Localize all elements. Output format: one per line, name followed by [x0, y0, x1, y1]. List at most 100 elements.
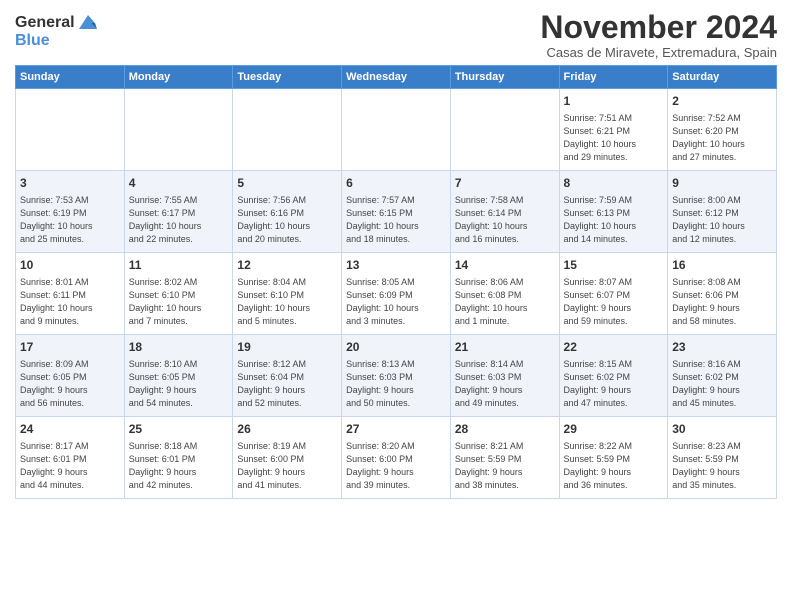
header-tuesday: Tuesday [233, 66, 342, 89]
day-number: 8 [564, 175, 664, 192]
day-number: 5 [237, 175, 337, 192]
day-number: 27 [346, 421, 446, 438]
table-cell: 11 Sunrise: 8:02 AM Sunset: 6:10 PM Dayli… [124, 253, 233, 335]
table-cell: 15 Sunrise: 8:07 AM Sunset: 6:07 PM Dayli… [559, 253, 668, 335]
page-container: General Blue November 2024 Casas de Mira… [0, 0, 792, 504]
week-row-5: 24 Sunrise: 8:17 AM Sunset: 6:01 PM Dayli… [16, 417, 777, 499]
table-cell: 9 Sunrise: 8:00 AM Sunset: 6:12 PM Daylig… [668, 171, 777, 253]
day-number: 7 [455, 175, 555, 192]
day-number: 6 [346, 175, 446, 192]
table-cell: 25 Sunrise: 8:18 AM Sunset: 6:01 PM Dayli… [124, 417, 233, 499]
logo-blue: Blue [15, 32, 99, 50]
day-number: 25 [129, 421, 229, 438]
header-monday: Monday [124, 66, 233, 89]
table-cell: 13 Sunrise: 8:05 AM Sunset: 6:09 PM Dayli… [342, 253, 451, 335]
logo-icon [77, 13, 99, 31]
day-number: 20 [346, 339, 446, 356]
week-row-3: 10Sunrise: 8:01 AM Sunset: 6:11 PM Dayli… [16, 253, 777, 335]
day-number: 18 [129, 339, 229, 356]
day-number: 9 [672, 175, 772, 192]
month-title: November 2024 [540, 10, 777, 45]
table-cell: 18 Sunrise: 8:10 AM Sunset: 6:05 PM Dayli… [124, 335, 233, 417]
table-cell: 19 Sunrise: 8:12 AM Sunset: 6:04 PM Dayli… [233, 335, 342, 417]
day-number: 28 [455, 421, 555, 438]
calendar-table: Sunday Monday Tuesday Wednesday Thursday… [15, 65, 777, 499]
day-info: Sunrise: 7:55 AM Sunset: 6:17 PM Dayligh… [129, 194, 229, 246]
day-info: Sunrise: 8:10 AM Sunset: 6:05 PM Dayligh… [129, 358, 229, 410]
table-cell: 28Sunrise: 8:21 AM Sunset: 5:59 PM Dayli… [450, 417, 559, 499]
table-cell: 8 Sunrise: 7:59 AM Sunset: 6:13 PM Daylig… [559, 171, 668, 253]
logo: General Blue [15, 14, 99, 49]
day-info: Sunrise: 8:07 AM Sunset: 6:07 PM Dayligh… [564, 276, 664, 328]
day-number: 17 [20, 339, 120, 356]
table-cell: 5 Sunrise: 7:56 AM Sunset: 6:16 PM Daylig… [233, 171, 342, 253]
day-info: Sunrise: 8:15 AM Sunset: 6:02 PM Dayligh… [564, 358, 664, 410]
day-info: Sunrise: 8:02 AM Sunset: 6:10 PM Dayligh… [129, 276, 229, 328]
day-number: 19 [237, 339, 337, 356]
table-cell: 1 Sunrise: 7:51 AM Sunset: 6:21 PM Daylig… [559, 89, 668, 171]
table-cell: 27Sunrise: 8:20 AM Sunset: 6:00 PM Dayli… [342, 417, 451, 499]
table-cell: 14 Sunrise: 8:06 AM Sunset: 6:08 PM Dayli… [450, 253, 559, 335]
week-row-1: 1 Sunrise: 7:51 AM Sunset: 6:21 PM Daylig… [16, 89, 777, 171]
title-section: November 2024 Casas de Miravete, Extrema… [540, 10, 777, 60]
header-sunday: Sunday [16, 66, 125, 89]
day-info: Sunrise: 8:19 AM Sunset: 6:00 PM Dayligh… [237, 440, 337, 492]
table-cell: 30 Sunrise: 8:23 AM Sunset: 5:59 PM Dayli… [668, 417, 777, 499]
table-cell: 3 Sunrise: 7:53 AM Sunset: 6:19 PM Daylig… [16, 171, 125, 253]
weekday-header-row: Sunday Monday Tuesday Wednesday Thursday… [16, 66, 777, 89]
day-info: Sunrise: 7:56 AM Sunset: 6:16 PM Dayligh… [237, 194, 337, 246]
day-info: Sunrise: 7:53 AM Sunset: 6:19 PM Dayligh… [20, 194, 120, 246]
table-cell: 20 Sunrise: 8:13 AM Sunset: 6:03 PM Dayli… [342, 335, 451, 417]
table-cell: 17 Sunrise: 8:09 AM Sunset: 6:05 PM Dayli… [16, 335, 125, 417]
table-cell: 6 Sunrise: 7:57 AM Sunset: 6:15 PM Daylig… [342, 171, 451, 253]
day-info: Sunrise: 8:12 AM Sunset: 6:04 PM Dayligh… [237, 358, 337, 410]
day-info: Sunrise: 7:57 AM Sunset: 6:15 PM Dayligh… [346, 194, 446, 246]
day-info: Sunrise: 7:59 AM Sunset: 6:13 PM Dayligh… [564, 194, 664, 246]
day-info: Sunrise: 7:52 AM Sunset: 6:20 PM Dayligh… [672, 112, 772, 164]
day-info: Sunrise: 8:17 AM Sunset: 6:01 PM Dayligh… [20, 440, 120, 492]
header-saturday: Saturday [668, 66, 777, 89]
day-info: Sunrise: 8:06 AM Sunset: 6:08 PM Dayligh… [455, 276, 555, 328]
day-number: 12 [237, 257, 337, 274]
day-info: Sunrise: 8:23 AM Sunset: 5:59 PM Dayligh… [672, 440, 772, 492]
day-number: 22 [564, 339, 664, 356]
header: General Blue November 2024 Casas de Mira… [15, 10, 777, 60]
table-cell: 12 Sunrise: 8:04 AM Sunset: 6:10 PM Dayli… [233, 253, 342, 335]
day-number: 3 [20, 175, 120, 192]
day-number: 4 [129, 175, 229, 192]
table-cell: 2 Sunrise: 7:52 AM Sunset: 6:20 PM Daylig… [668, 89, 777, 171]
table-cell: 10Sunrise: 8:01 AM Sunset: 6:11 PM Dayli… [16, 253, 125, 335]
day-info: Sunrise: 8:00 AM Sunset: 6:12 PM Dayligh… [672, 194, 772, 246]
table-cell [16, 89, 125, 171]
day-number: 21 [455, 339, 555, 356]
header-wednesday: Wednesday [342, 66, 451, 89]
day-info: Sunrise: 8:09 AM Sunset: 6:05 PM Dayligh… [20, 358, 120, 410]
table-cell: 22 Sunrise: 8:15 AM Sunset: 6:02 PM Dayli… [559, 335, 668, 417]
table-cell [450, 89, 559, 171]
day-number: 15 [564, 257, 664, 274]
day-number: 13 [346, 257, 446, 274]
table-cell: 23Sunrise: 8:16 AM Sunset: 6:02 PM Dayli… [668, 335, 777, 417]
header-friday: Friday [559, 66, 668, 89]
day-info: Sunrise: 7:58 AM Sunset: 6:14 PM Dayligh… [455, 194, 555, 246]
day-number: 1 [564, 93, 664, 110]
day-info: Sunrise: 8:04 AM Sunset: 6:10 PM Dayligh… [237, 276, 337, 328]
week-row-4: 17 Sunrise: 8:09 AM Sunset: 6:05 PM Dayli… [16, 335, 777, 417]
table-cell: 7 Sunrise: 7:58 AM Sunset: 6:14 PM Daylig… [450, 171, 559, 253]
day-info: Sunrise: 8:13 AM Sunset: 6:03 PM Dayligh… [346, 358, 446, 410]
day-number: 26 [237, 421, 337, 438]
day-info: Sunrise: 8:05 AM Sunset: 6:09 PM Dayligh… [346, 276, 446, 328]
day-number: 11 [129, 257, 229, 274]
day-number: 23 [672, 339, 772, 356]
table-cell [233, 89, 342, 171]
day-number: 24 [20, 421, 120, 438]
day-info: Sunrise: 8:18 AM Sunset: 6:01 PM Dayligh… [129, 440, 229, 492]
day-number: 14 [455, 257, 555, 274]
day-info: Sunrise: 8:08 AM Sunset: 6:06 PM Dayligh… [672, 276, 772, 328]
day-info: Sunrise: 7:51 AM Sunset: 6:21 PM Dayligh… [564, 112, 664, 164]
day-number: 30 [672, 421, 772, 438]
location-subtitle: Casas de Miravete, Extremadura, Spain [540, 45, 777, 60]
day-info: Sunrise: 8:22 AM Sunset: 5:59 PM Dayligh… [564, 440, 664, 492]
day-number: 2 [672, 93, 772, 110]
day-info: Sunrise: 8:14 AM Sunset: 6:03 PM Dayligh… [455, 358, 555, 410]
